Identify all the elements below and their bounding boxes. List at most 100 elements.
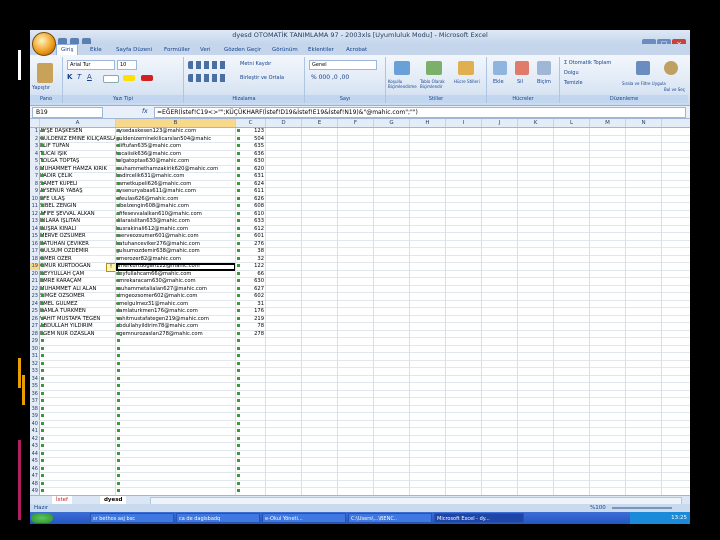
insert-cells-icon[interactable]: [493, 61, 507, 75]
sheet-tab-dyesd[interactable]: dyesd: [100, 496, 127, 504]
cell-email[interactable]: tolgatoptas630@mahic.com: [116, 158, 236, 165]
cell-name[interactable]: [40, 376, 115, 383]
cell-name[interactable]: MUHAMMET HAMZA KIRIK: [40, 166, 115, 173]
cell-number[interactable]: 620: [236, 166, 266, 173]
column-header-k[interactable]: K: [518, 119, 554, 127]
cell-number[interactable]: [236, 368, 266, 375]
cell-number[interactable]: [236, 443, 266, 450]
conditional-format-icon[interactable]: [394, 61, 410, 75]
row-number[interactable]: 45: [30, 458, 40, 465]
row-number[interactable]: 47: [30, 473, 40, 480]
row-number[interactable]: 30: [30, 345, 40, 353]
cell-number[interactable]: 219: [236, 316, 266, 323]
fill-color-icon[interactable]: [123, 75, 135, 81]
cell-number[interactable]: [236, 473, 266, 480]
cell-email[interactable]: merveozsumer601@mahic.com: [116, 233, 236, 240]
name-box[interactable]: B19: [32, 107, 103, 118]
cell-email[interactable]: batuhanceviker276@mahic.com: [116, 241, 236, 248]
cell-number[interactable]: 278: [236, 331, 266, 338]
cell-email[interactable]: [116, 458, 236, 465]
cell-email[interactable]: [116, 406, 236, 413]
cell-email[interactable]: [116, 383, 236, 390]
cell-email[interactable]: guldenizeminekilicarslan504@mahic: [116, 136, 236, 143]
column-header-m[interactable]: M: [590, 119, 626, 127]
cell-email[interactable]: [116, 451, 236, 458]
cell-name[interactable]: EFE ULAŞ: [40, 196, 115, 203]
cell-email[interactable]: sametkupeli626@mahic.com: [116, 181, 236, 188]
align-icons[interactable]: [188, 61, 228, 69]
cell-name[interactable]: [40, 451, 115, 458]
tab-acrobat[interactable]: Acrobat: [342, 45, 371, 55]
cell-number[interactable]: 602: [236, 293, 266, 300]
row-number[interactable]: 31: [30, 353, 40, 360]
cell-email[interactable]: [116, 398, 236, 405]
cell-number[interactable]: 636: [236, 151, 266, 158]
cell-name[interactable]: ÖMÜR KURTDOĞAN: [40, 263, 115, 270]
taskbar-item-excel[interactable]: Microsoft Excel - dy...: [434, 513, 524, 523]
row-number[interactable]: 24: [30, 300, 40, 308]
cell-number[interactable]: 504: [236, 136, 266, 143]
cell-name[interactable]: ABDULLAH YILDIRIM: [40, 323, 115, 330]
cell-number[interactable]: [236, 338, 266, 345]
taskbar-item[interactable]: C:\Users\...\BENC..: [348, 513, 432, 523]
column-header-a[interactable]: A: [40, 119, 116, 127]
row-number[interactable]: 37: [30, 398, 40, 405]
formula-input[interactable]: =EĞER(İstef!C19<>"";KÜÇÜKHARF(İstef!D19&…: [154, 107, 686, 118]
tab-review[interactable]: Gözden Geçir: [220, 45, 265, 55]
cell-name[interactable]: GÜLSÜM ÖZDEMİR: [40, 248, 115, 255]
cell-name[interactable]: VAHİT MUSTAFA TEGEN: [40, 316, 115, 323]
row-number[interactable]: 16: [30, 240, 40, 248]
justify-icons[interactable]: [188, 74, 228, 82]
taskbar-item[interactable]: sr bethos asj bsc: [90, 513, 174, 523]
row-number[interactable]: 40: [30, 420, 40, 428]
cell-name[interactable]: [40, 398, 115, 405]
row-number[interactable]: 14: [30, 225, 40, 233]
cell-name[interactable]: EMEL GÜLMEZ: [40, 301, 115, 308]
format-cells-icon[interactable]: [537, 61, 551, 75]
cell-number[interactable]: 601: [236, 233, 266, 240]
tab-insert[interactable]: Ekle: [86, 45, 106, 55]
find-select-icon[interactable]: [664, 61, 678, 75]
sort-filter-icon[interactable]: [636, 61, 650, 75]
cell-number[interactable]: 631: [236, 173, 266, 180]
cell-email[interactable]: [116, 473, 236, 480]
cell-email[interactable]: aysenuryabas611@mahic.com: [116, 188, 236, 195]
cell-email[interactable]: simgeozsomer602@mahic.com: [116, 293, 236, 300]
cell-email[interactable]: gulsumozdemir638@mahic.com: [116, 248, 236, 255]
cell-number[interactable]: 31: [236, 301, 266, 308]
cell-number[interactable]: [236, 421, 266, 428]
row-number[interactable]: 17: [30, 248, 40, 255]
row-number[interactable]: 7: [30, 173, 40, 180]
cell-email[interactable]: [116, 391, 236, 398]
cell-name[interactable]: [40, 466, 115, 473]
row-number[interactable]: 48: [30, 480, 40, 488]
row-number[interactable]: 42: [30, 435, 40, 443]
cell-email[interactable]: damlaturkmen176@mahic.com: [116, 308, 236, 315]
cell-name[interactable]: EGEM NUR ÖZASLAN: [40, 331, 115, 338]
row-number[interactable]: 3: [30, 143, 40, 150]
cell-name[interactable]: AYSENUR YABAŞ: [40, 188, 115, 195]
font-name-box[interactable]: Arial Tur: [67, 60, 115, 70]
row-number[interactable]: 1: [30, 128, 40, 135]
cell-name[interactable]: TÜCAİ IŞIK: [40, 151, 115, 158]
cell-number[interactable]: 123: [236, 128, 266, 135]
cell-email[interactable]: busrakinali612@mahic.com: [116, 226, 236, 233]
cell-number[interactable]: 611: [236, 188, 266, 195]
cell-email[interactable]: deyfullahcam66@mahic.com: [116, 271, 236, 278]
row-number[interactable]: 22: [30, 285, 40, 293]
row-number[interactable]: 41: [30, 428, 40, 435]
borders-icon[interactable]: [103, 75, 119, 83]
fill-button[interactable]: Dolgu: [564, 70, 579, 76]
cell-number[interactable]: [236, 391, 266, 398]
column-header-e[interactable]: E: [302, 119, 338, 127]
bold-button[interactable]: K: [67, 73, 72, 81]
row-number[interactable]: 12: [30, 210, 40, 218]
cell-email[interactable]: egemnurozaslan278@mahic.com: [116, 331, 236, 338]
cell-name[interactable]: TOLGA TOPTAŞ: [40, 158, 115, 165]
cell-email[interactable]: [116, 443, 236, 450]
cell-email[interactable]: aysedaskesen123@mahic.com: [116, 128, 236, 135]
font-size-box[interactable]: 10: [117, 60, 137, 70]
cell-email[interactable]: [116, 353, 236, 360]
tab-addins[interactable]: Eklentiler: [304, 45, 338, 55]
cell-number[interactable]: 78: [236, 323, 266, 330]
